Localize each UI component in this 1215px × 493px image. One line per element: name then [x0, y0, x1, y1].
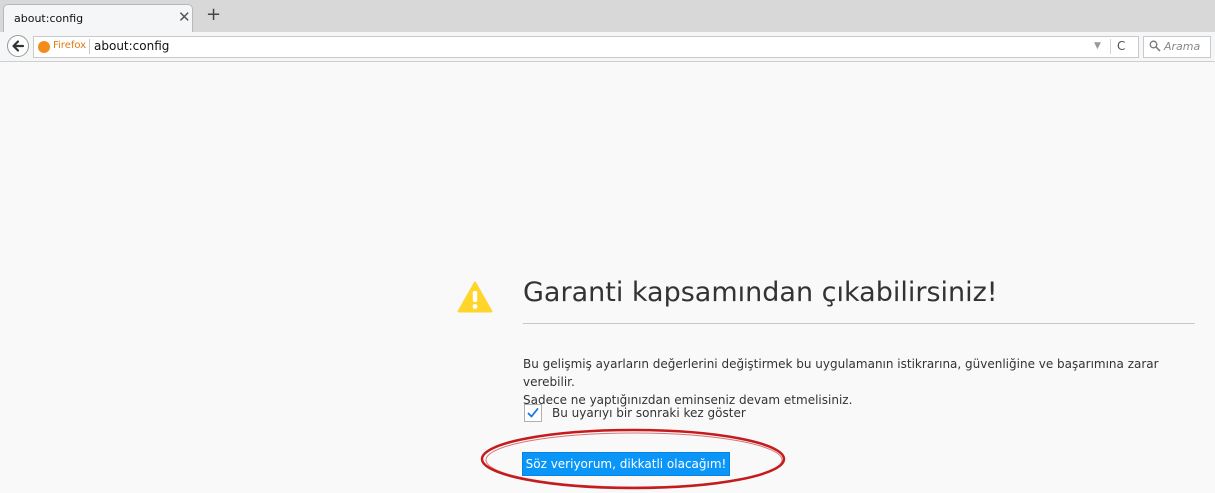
warning-icon — [457, 281, 493, 313]
arrow-left-icon — [12, 40, 25, 52]
warning-description: Bu gelişmiş ayarların değerlerini değişt… — [523, 355, 1203, 409]
identity-label: Firefox — [53, 40, 87, 51]
page-title: Garanti kapsamından çıkabilirsiniz! — [523, 277, 998, 308]
history-dropdown-icon[interactable]: ▼ — [1094, 41, 1101, 51]
show-warning-label[interactable]: Bu uyarıyı bir sonraki kez göster — [552, 406, 746, 420]
accept-risk-button[interactable]: Söz veriyorum, dikkatli olacağım! — [522, 452, 730, 476]
url-separator — [89, 39, 90, 54]
checkmark-icon — [527, 408, 539, 418]
search-bar[interactable]: Arama — [1143, 36, 1211, 58]
tab-title: about:config — [14, 12, 84, 25]
show-warning-checkbox[interactable] — [524, 404, 542, 422]
search-icon — [1149, 40, 1161, 52]
close-tab-icon[interactable]: ✕ — [178, 8, 191, 26]
title-divider — [523, 323, 1195, 324]
tab-strip: about:config ✕ + — [0, 0, 1215, 32]
firefox-logo-icon — [38, 41, 50, 53]
navigation-toolbar: Firefox about:config ▼ C Arama — [0, 32, 1215, 62]
new-tab-button[interactable]: + — [206, 4, 221, 25]
search-placeholder: Arama — [1164, 40, 1201, 53]
tab-about-config[interactable]: about:config ✕ — [3, 4, 193, 32]
url-text[interactable]: about:config — [94, 39, 169, 53]
url-separator-2 — [1110, 39, 1111, 54]
reload-icon[interactable]: C — [1117, 39, 1125, 53]
back-button[interactable] — [7, 35, 29, 57]
url-bar[interactable]: Firefox about:config ▼ C — [33, 36, 1139, 58]
description-line-1: Bu gelişmiş ayarların değerlerini değişt… — [523, 357, 1159, 389]
